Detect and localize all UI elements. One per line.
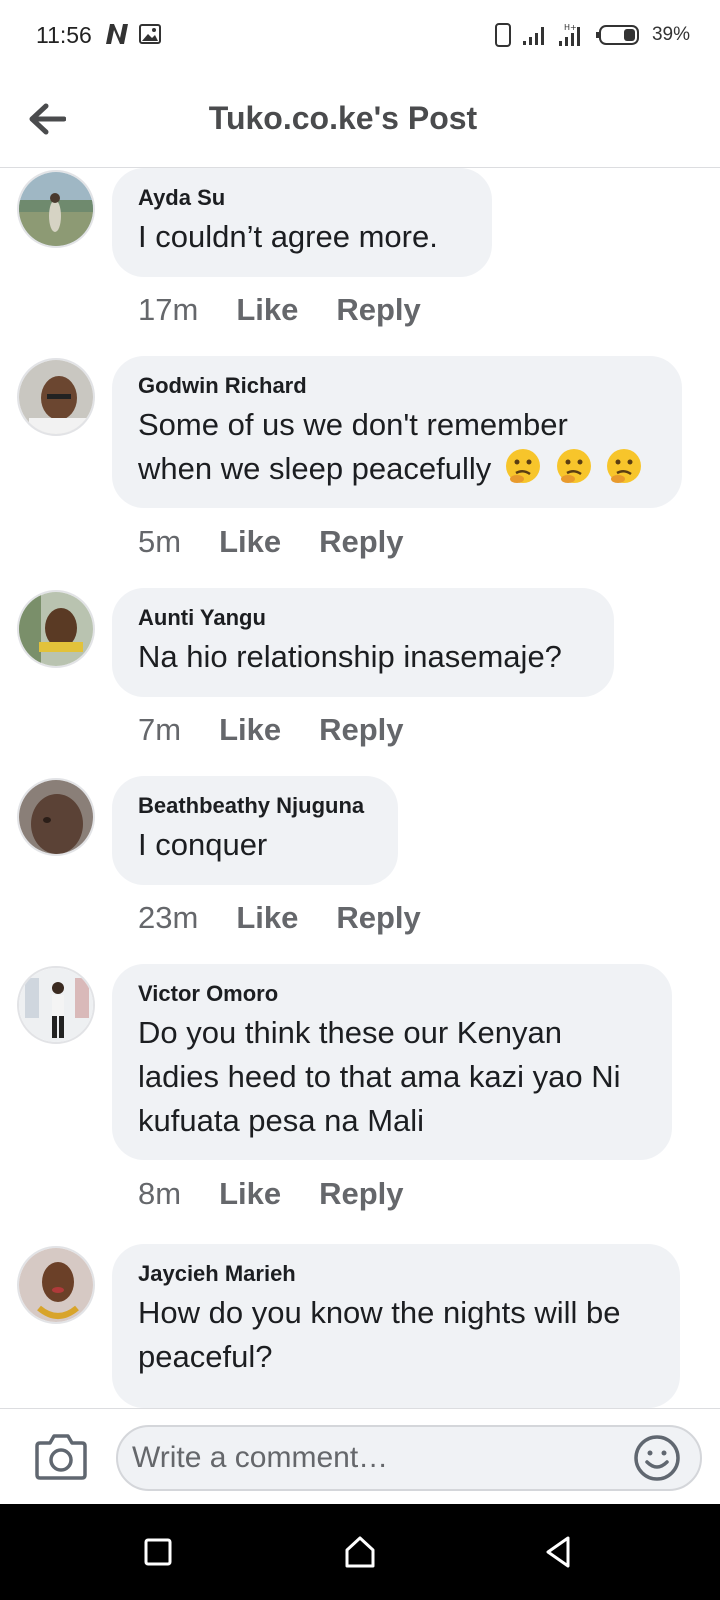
comment-author[interactable]: Jaycieh Marieh	[138, 1259, 654, 1289]
status-time: 11:56	[36, 22, 92, 48]
reply-button[interactable]: Reply	[319, 1176, 403, 1212]
comment-time: 17m	[138, 292, 199, 327]
recents-icon[interactable]	[138, 1532, 178, 1572]
signal-hplus-icon: H+	[558, 23, 580, 46]
battery-icon	[595, 25, 639, 45]
comment-text: Some of us we don't remember when we sle…	[138, 403, 656, 491]
thinking-face-icon	[607, 449, 642, 483]
comment-author[interactable]: Godwin Richard	[138, 371, 656, 401]
home-icon[interactable]	[340, 1532, 380, 1572]
comment-text-line: kufuata pesa na Mali	[138, 1103, 425, 1138]
system-navigation-bar	[0, 1504, 720, 1600]
reply-button[interactable]: Reply	[336, 292, 420, 328]
comment-text-line: Do you think these our Kenyan	[138, 1015, 562, 1050]
comment-actions: 8m Like Reply	[138, 1176, 404, 1212]
vibrate-icon	[494, 23, 511, 47]
netflix-notification-icon	[106, 24, 128, 44]
comment-text-line: Some of us we don't remember	[138, 407, 568, 442]
page-title: Tuko.co.ke's Post	[208, 100, 478, 136]
comment-text-line: peaceful?	[138, 1339, 273, 1374]
avatar[interactable]	[17, 358, 95, 436]
smiley-icon	[634, 1435, 680, 1481]
comment-actions: 23m Like Reply	[138, 900, 421, 936]
image-notification-icon	[139, 24, 161, 44]
status-bar: 11:56 H+ 39%	[0, 0, 720, 72]
thinking-face-icon	[556, 449, 591, 483]
camera-button[interactable]	[34, 1431, 88, 1481]
comment-time: 5m	[138, 524, 182, 559]
comment-text: Na hio relationship inasemaje?	[138, 639, 562, 674]
like-button[interactable]: Like	[236, 292, 298, 328]
avatar[interactable]	[17, 590, 95, 668]
emoji-button[interactable]	[632, 1433, 682, 1483]
svg-text:H+: H+	[564, 23, 577, 32]
comment-text: How do you know the nights will be peace…	[138, 1291, 654, 1379]
comment-time: 23m	[138, 900, 199, 935]
avatar[interactable]	[17, 1246, 95, 1324]
comment-bubble: Victor Omoro Do you think these our Keny…	[112, 964, 672, 1160]
signal-icon	[522, 27, 544, 45]
comment-text: Do you think these our Kenyan ladies hee…	[138, 1011, 646, 1143]
post-header: Tuko.co.ke's Post	[0, 72, 720, 168]
battery-percent: 39%	[651, 24, 690, 45]
comment-text-line: ladies heed to that ama kazi yao Ni	[138, 1059, 621, 1094]
avatar[interactable]	[17, 170, 95, 248]
comment-actions: 5m Like Reply	[138, 524, 404, 560]
like-button[interactable]: Like	[219, 1176, 281, 1212]
comment-actions: 17m Like Reply	[138, 292, 421, 328]
camera-icon	[35, 1434, 87, 1480]
comment-composer	[0, 1408, 720, 1504]
comment-text-line: when we sleep peacefully	[138, 451, 492, 486]
like-button[interactable]: Like	[219, 712, 281, 748]
comment-list: Ayda Su I couldn’t agree more. 17m Like …	[0, 168, 720, 1408]
comment-author[interactable]: Beathbeathy Njuguna	[138, 791, 372, 821]
comment-input[interactable]	[116, 1425, 702, 1491]
thinking-face-icon	[505, 449, 540, 483]
comment-bubble: Ayda Su I couldn’t agree more.	[112, 168, 492, 277]
comment-bubble: Godwin Richard Some of us we don't remem…	[112, 356, 682, 508]
like-button[interactable]: Like	[236, 900, 298, 936]
comment-bubble: Beathbeathy Njuguna I conquer	[112, 776, 398, 885]
comment-bubble: Jaycieh Marieh How do you know the night…	[112, 1244, 680, 1408]
reply-button[interactable]: Reply	[319, 524, 403, 560]
back-nav-icon[interactable]	[538, 1532, 578, 1572]
comment-author[interactable]: Victor Omoro	[138, 979, 646, 1009]
comment-author[interactable]: Ayda Su	[138, 183, 466, 213]
reply-button[interactable]: Reply	[336, 900, 420, 936]
comment-text-line: How do you know the nights will be	[138, 1295, 621, 1330]
comment-text: I conquer	[138, 827, 268, 862]
comment-time: 7m	[138, 712, 182, 747]
reply-button[interactable]: Reply	[319, 712, 403, 748]
comment-bubble: Aunti Yangu Na hio relationship inasemaj…	[112, 588, 614, 697]
comment-author[interactable]: Aunti Yangu	[138, 603, 588, 633]
comment-actions: 7m Like Reply	[138, 712, 404, 748]
avatar[interactable]	[17, 966, 95, 1044]
comment-text: I couldn’t agree more.	[138, 219, 438, 254]
like-button[interactable]: Like	[219, 524, 281, 560]
comment-time: 8m	[138, 1176, 182, 1211]
avatar[interactable]	[17, 778, 95, 856]
